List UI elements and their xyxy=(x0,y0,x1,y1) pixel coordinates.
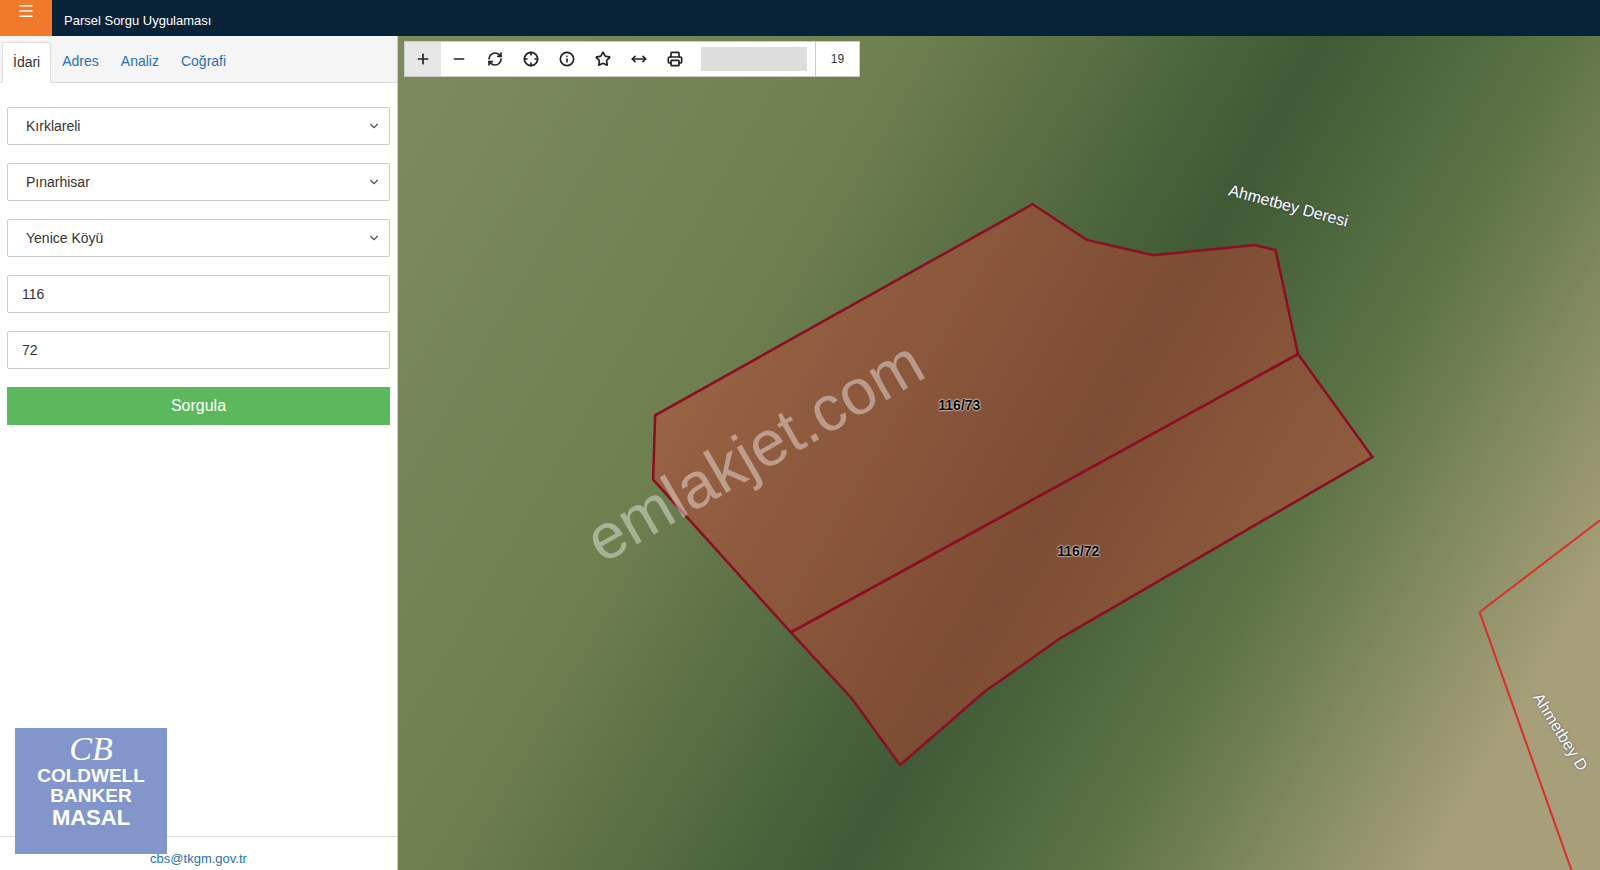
parcel-layer xyxy=(398,36,1600,870)
map[interactable]: 19116/73116/72Ahmetbey DeresiAhmetbey De… xyxy=(398,36,1600,870)
star-icon xyxy=(595,51,611,67)
toolbar-button[interactable] xyxy=(549,42,585,76)
refresh-icon xyxy=(487,51,503,67)
text-input[interactable]: 72 xyxy=(7,331,390,369)
logo-mark: CB xyxy=(69,732,112,766)
parcel-label: 116/73 xyxy=(938,395,980,416)
toolbar-button[interactable] xyxy=(585,42,621,76)
text-input[interactable]: 116 xyxy=(7,275,390,313)
map-toolbar: 19 xyxy=(404,41,860,77)
side-panel: İdariAdresAnalizCoğrafi Kırklareli Pınarhi… xyxy=(0,36,398,870)
menu-icon xyxy=(17,2,35,20)
toolbar-button[interactable] xyxy=(621,42,657,76)
logo-line: BANKER xyxy=(50,786,131,806)
river-label: Ahmetbey D xyxy=(1526,688,1593,775)
tab-bar: İdariAdresAnalizCoğrafi xyxy=(0,36,397,83)
info-icon xyxy=(559,51,575,67)
query-button[interactable]: Sorgula xyxy=(7,387,390,425)
toolbar-button[interactable] xyxy=(657,42,693,76)
zoom-in-icon xyxy=(415,51,431,67)
toolbar-button[interactable] xyxy=(513,42,549,76)
logo-line: COLDWELL xyxy=(37,766,145,786)
chevron-down-icon xyxy=(367,119,381,133)
chevron-down-icon xyxy=(367,175,381,189)
chevron-down-icon xyxy=(367,231,381,245)
app-title: Parsel Sorgu Uygulaması xyxy=(52,0,211,36)
tab[interactable]: Adres xyxy=(51,42,110,82)
top-bar: Parsel Sorgu Uygulaması xyxy=(0,0,1600,36)
tab[interactable]: İdari xyxy=(2,42,51,83)
app: Parsel Sorgu UygulamasıİdariAdresAnalizC… xyxy=(0,0,1600,870)
coldwell-banker-logo: CBCOLDWELLBANKERMASAL xyxy=(15,728,167,854)
river-label: Ahmetbey Deresi xyxy=(1226,179,1351,234)
tab[interactable]: Coğrafi xyxy=(170,42,237,82)
toolbar-button[interactable] xyxy=(441,42,477,76)
search-box[interactable] xyxy=(701,47,807,71)
menu-button[interactable] xyxy=(0,0,52,36)
zoom-level: 19 xyxy=(815,42,859,76)
logo-line: MASAL xyxy=(52,806,130,830)
toolbar-button[interactable] xyxy=(405,42,441,76)
parcel-label: 116/72 xyxy=(1057,540,1099,561)
printer-icon xyxy=(667,51,683,67)
crosshair-icon xyxy=(523,51,539,67)
select-field[interactable]: Pınarhisar xyxy=(7,163,390,201)
tab[interactable]: Analiz xyxy=(110,42,170,82)
toolbar-button[interactable] xyxy=(477,42,513,76)
measure-icon xyxy=(631,51,647,67)
select-field[interactable]: Kırklareli xyxy=(7,107,390,145)
select-field[interactable]: Yenice Köyü xyxy=(7,219,390,257)
zoom-out-icon xyxy=(451,51,467,67)
